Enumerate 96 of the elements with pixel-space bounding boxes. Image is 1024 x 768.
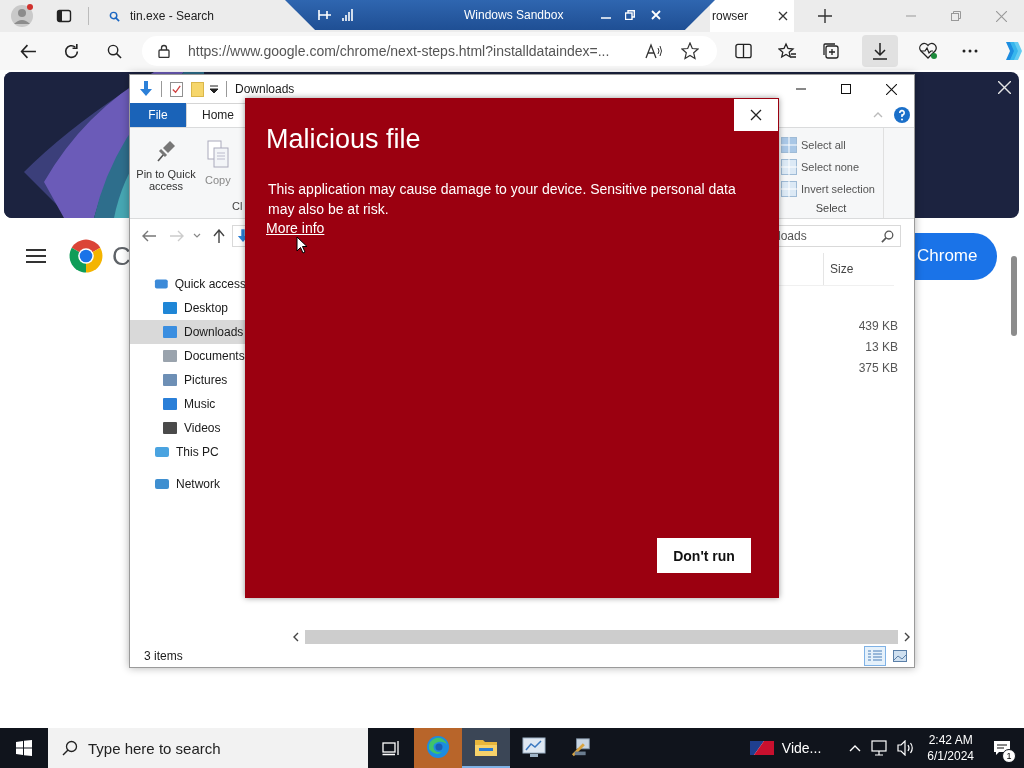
grid-select-icon: [781, 137, 797, 153]
edge-icon: [426, 735, 450, 759]
desktop-icon: [162, 300, 178, 316]
nav-item[interactable]: Music: [130, 392, 246, 416]
chrome-logo-icon: [68, 238, 104, 274]
downloads-button[interactable]: [862, 35, 898, 67]
group-label: Cl: [231, 200, 243, 214]
ribbon-command[interactable]: Select all: [779, 134, 883, 156]
list-icon: [868, 650, 882, 662]
scroll-right-icon[interactable]: [904, 632, 910, 642]
heart-pulse-icon[interactable]: [918, 42, 938, 60]
column-header[interactable]: Size: [823, 253, 894, 285]
read-aloud-icon[interactable]: [645, 43, 663, 59]
windows-start-icon[interactable]: [16, 740, 32, 756]
nav-item[interactable]: Desktop: [130, 296, 246, 320]
search-icon[interactable]: [107, 43, 122, 59]
nav-item[interactable]: Pictures: [130, 368, 246, 392]
chevron-down-icon[interactable]: [193, 233, 201, 239]
folder-icon: [474, 737, 498, 757]
search-icon: [881, 229, 894, 243]
restore-icon[interactable]: [625, 10, 636, 20]
close-button[interactable]: [734, 99, 778, 131]
file-size: 13 KB: [865, 339, 898, 356]
menu-icon[interactable]: [26, 249, 46, 263]
grid-select-icon: [781, 159, 797, 175]
split-screen-icon[interactable]: [735, 43, 752, 59]
ribbon-button[interactable]: Copy: [202, 136, 234, 200]
group-label: Select: [814, 201, 848, 214]
brand-text: C: [112, 240, 131, 272]
file-size: 439 KB: [858, 318, 898, 335]
nav-item[interactable]: Videos: [130, 416, 246, 440]
taskbar-app[interactable]: [462, 728, 510, 768]
dont-run-button[interactable]: Don't run: [657, 538, 751, 573]
download-arrow-icon[interactable]: [139, 81, 153, 97]
signal-icon: [342, 9, 354, 21]
copy-icon: [206, 140, 229, 168]
horizontal-scrollbar[interactable]: [305, 630, 898, 644]
file-size: 375 KB: [858, 360, 898, 377]
baseball-logo-icon: [749, 741, 774, 755]
lock-icon: [158, 44, 170, 58]
notifications-button[interactable]: 1: [980, 728, 1024, 768]
search-icon: [62, 740, 78, 756]
grid-select-icon: [781, 181, 797, 197]
notification-count: 1: [1002, 749, 1016, 763]
ribbon-tab[interactable]: File: [130, 103, 186, 127]
up-arrow-icon[interactable]: [213, 229, 225, 243]
address-bar[interactable]: https://www.google.com/chrome/next-steps.html?installdataindex=...: [142, 36, 717, 66]
close-icon[interactable]: [778, 11, 788, 21]
task-view-icon[interactable]: [382, 740, 400, 756]
tab-actions-icon[interactable]: [56, 8, 72, 24]
ribbon-command[interactable]: Invert selection: [779, 178, 883, 200]
status-text: 3 items: [144, 649, 183, 663]
favorites-icon[interactable]: [778, 42, 796, 60]
more-info-link[interactable]: More info: [266, 220, 325, 236]
taskbar-search-field[interactable]: Type here to search: [48, 728, 368, 768]
monitor-chart-icon: [522, 736, 546, 758]
profile-avatar-icon[interactable]: [10, 4, 34, 28]
refresh-icon[interactable]: [63, 42, 80, 60]
clock-date: 6/1/2024: [927, 748, 974, 764]
ribbon-command[interactable]: Select none: [779, 156, 883, 178]
window-title: Windows Sandbox: [464, 8, 564, 22]
properties-icon[interactable]: [170, 81, 183, 97]
tab-title: tin.exe - Search: [130, 9, 215, 23]
image-icon: [893, 650, 907, 662]
dialog-title: Malicious file: [266, 124, 422, 155]
search-icon: [109, 10, 120, 22]
tab-title: rowser: [712, 9, 748, 23]
pin-icon[interactable]: [318, 10, 332, 20]
nav-item[interactable]: Network: [130, 472, 246, 496]
news-widget[interactable]: Vide...: [749, 740, 822, 756]
nav-item[interactable]: This PC: [130, 440, 246, 464]
close-icon[interactable]: [886, 83, 897, 95]
ribbon-button[interactable]: Pin to Quick access: [130, 136, 202, 200]
computer-tool-icon: [571, 737, 593, 757]
clock-time: 2:42 AM: [928, 732, 973, 748]
nav-item[interactable]: Quick access: [130, 272, 246, 296]
help-icon[interactable]: [894, 107, 910, 123]
download-chrome-button[interactable]: Chrome: [915, 232, 997, 280]
scroll-left-icon[interactable]: [293, 632, 299, 642]
back-arrow-icon[interactable]: [20, 42, 37, 60]
nav-item[interactable]: Documents: [130, 344, 246, 368]
chevron-up-icon[interactable]: [849, 744, 862, 752]
dropdown-icon[interactable]: [210, 85, 218, 93]
collections-icon[interactable]: [822, 42, 840, 60]
more-icon[interactable]: [962, 49, 978, 53]
new-tab-icon[interactable]: [818, 9, 832, 23]
speaker-icon[interactable]: [897, 740, 916, 756]
browser-tab[interactable]: rowser: [710, 0, 794, 32]
dialog-message: This application may cause damage to your device. Sensitive personal data may also be at risk.: [268, 180, 737, 219]
pin-icon: [156, 140, 176, 162]
window-title: Downloads: [235, 82, 295, 96]
maximize-icon[interactable]: [841, 84, 851, 94]
nav-item[interactable]: Downloads: [130, 320, 246, 344]
close-icon: [750, 109, 762, 121]
browser-tab[interactable]: tin.exe - Search: [103, 0, 279, 32]
cursor-icon: [296, 236, 308, 254]
